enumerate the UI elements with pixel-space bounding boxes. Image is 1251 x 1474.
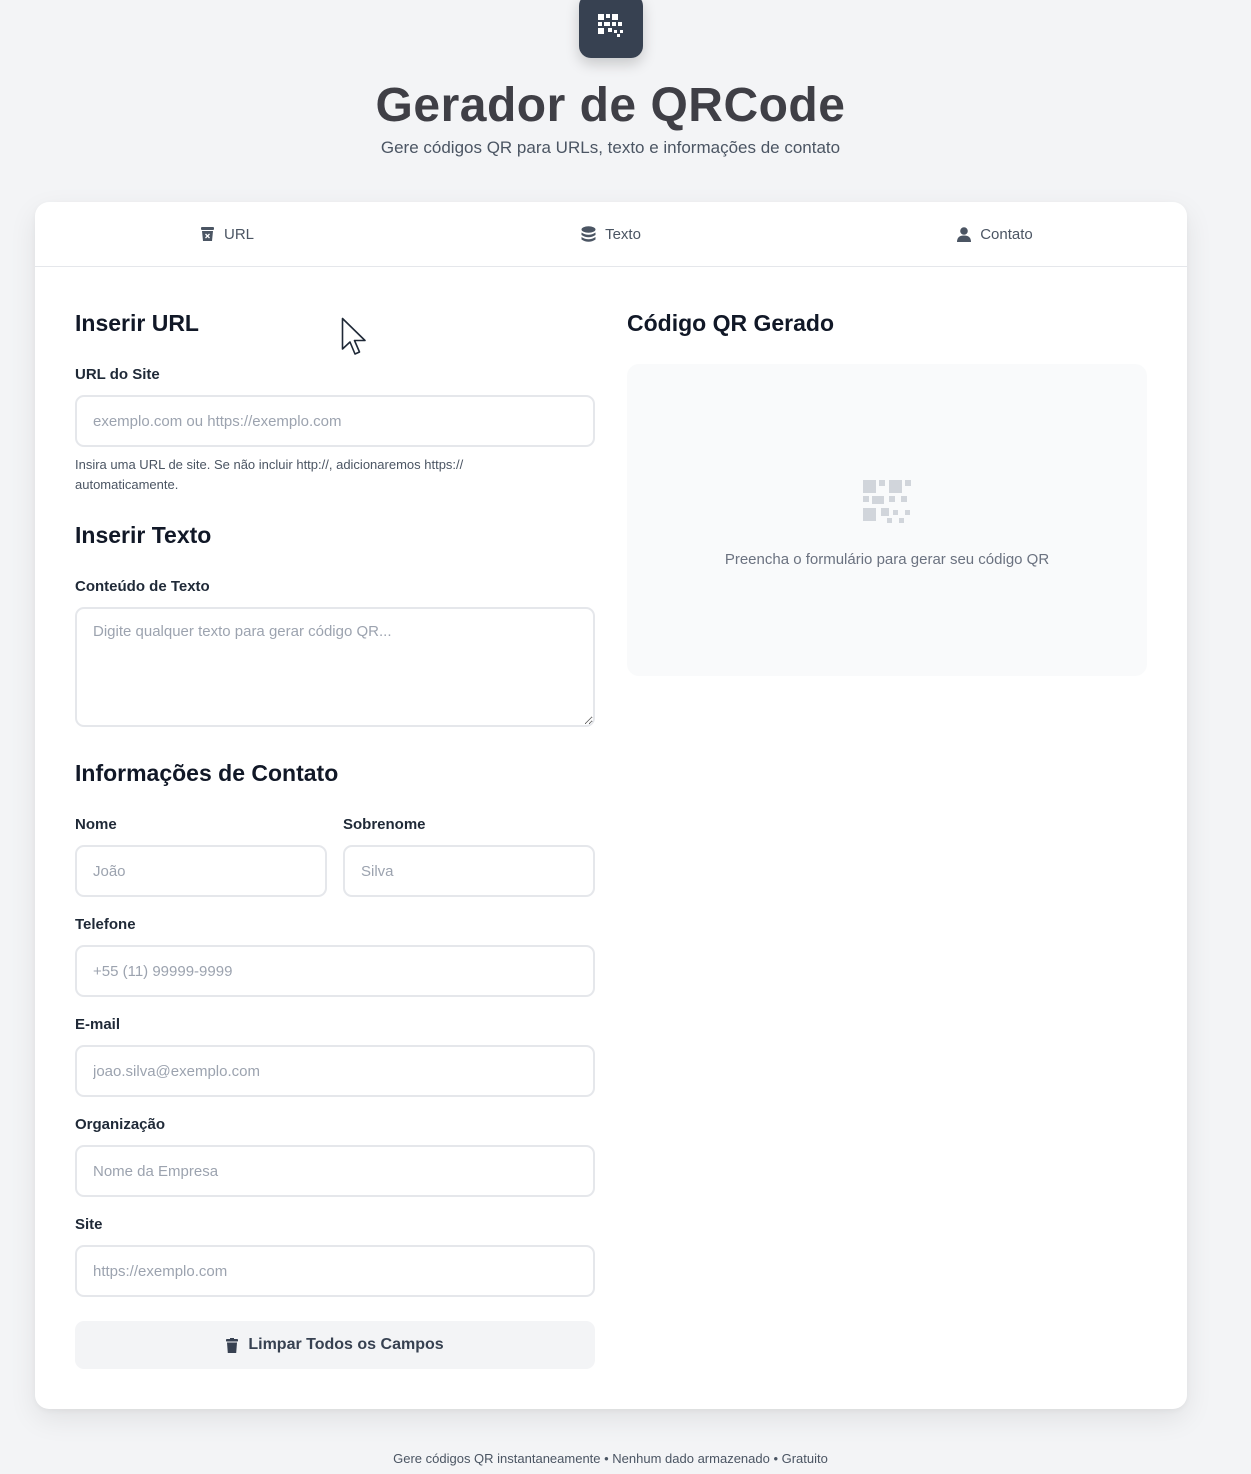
app-logo <box>579 0 643 58</box>
qrcode-placeholder-icon <box>863 480 911 523</box>
tab-bar: URL Texto Contato <box>35 202 1187 267</box>
footer-text: Gere códigos QR instantaneamente • Nenhu… <box>393 1451 828 1466</box>
tab-url-label: URL <box>223 225 254 243</box>
mouse-cursor-icon <box>341 317 366 355</box>
trash-icon <box>226 1337 239 1353</box>
url-input[interactable] <box>75 395 595 447</box>
page-subtitle: Gere códigos QR para URLs, texto e infor… <box>380 138 841 157</box>
last-name-input[interactable] <box>343 845 595 897</box>
tab-contato[interactable]: Contato <box>803 202 1187 266</box>
phone-label: Telefone <box>75 916 136 933</box>
layers-icon <box>581 225 596 242</box>
phone-input[interactable] <box>75 945 595 997</box>
last-name-label: Sobrenome <box>343 816 426 833</box>
organization-input[interactable] <box>75 1145 595 1197</box>
tab-texto-label: Texto <box>605 225 641 243</box>
text-content-input[interactable] <box>75 607 595 727</box>
text-section-title: Inserir Texto <box>75 522 212 548</box>
url-help-text: Insira uma URL de site. Se não incluir h… <box>75 457 464 492</box>
page-title: Gerador de QRCode <box>375 79 846 132</box>
user-icon <box>957 226 972 242</box>
trash-can-icon <box>200 227 214 241</box>
url-section-title: Inserir URL <box>75 310 199 336</box>
first-name-input[interactable] <box>75 845 327 897</box>
website-input[interactable] <box>75 1245 595 1297</box>
first-name-label: Nome <box>75 816 117 833</box>
url-label: URL do Site <box>75 366 160 383</box>
contact-section-title: Informações de Contato <box>75 760 339 786</box>
qrcode-icon <box>598 14 623 37</box>
tab-contato-label: Contato <box>980 225 1033 243</box>
email-input[interactable] <box>75 1045 595 1097</box>
organization-label: Organização <box>75 1116 166 1133</box>
clear-all-button[interactable]: Limpar Todos os Campos <box>75 1321 595 1369</box>
generator-card: URL Texto Contato Inserir URL URL do Sit… <box>35 202 1187 1409</box>
qr-placeholder-text: Preencha o formulário para gerar seu cód… <box>724 551 1050 568</box>
tab-url[interactable]: URL <box>35 202 419 266</box>
preview-title: Código QR Gerado <box>627 310 834 336</box>
clear-all-label: Limpar Todos os Campos <box>248 1336 444 1353</box>
qr-preview-area: Preencha o formulário para gerar seu cód… <box>627 364 1147 676</box>
website-label: Site <box>75 1216 103 1233</box>
email-label: E-mail <box>75 1016 121 1033</box>
text-label: Conteúdo de Texto <box>75 578 210 595</box>
tab-texto[interactable]: Texto <box>419 202 803 266</box>
